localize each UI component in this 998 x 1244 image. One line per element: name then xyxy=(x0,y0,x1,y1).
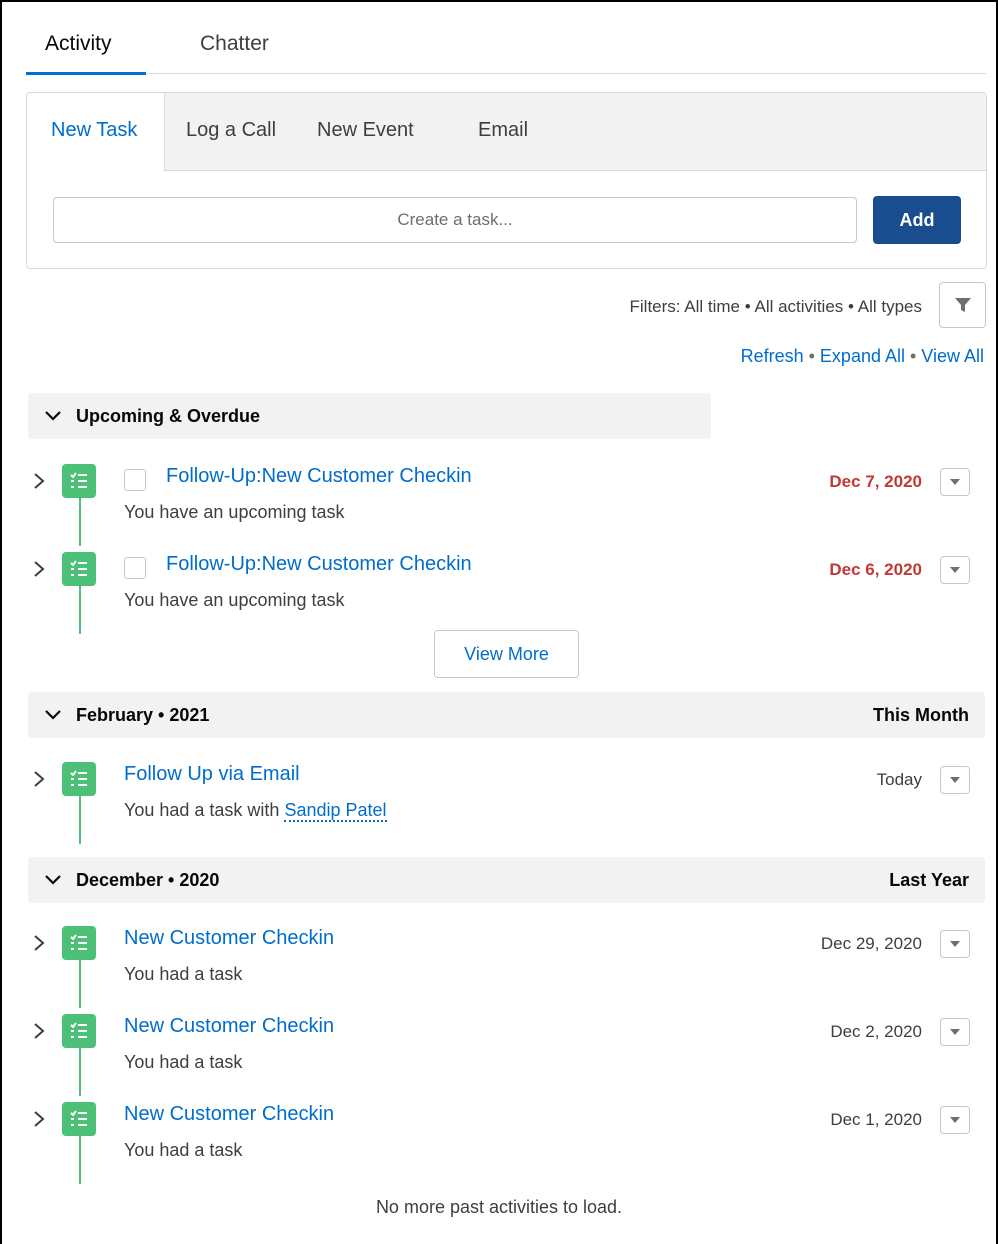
active-tab-indicator xyxy=(26,72,146,75)
caret-down-icon xyxy=(950,1117,960,1123)
separator: • xyxy=(808,346,815,366)
activity-date: Dec 1, 2020 xyxy=(830,1110,922,1129)
tab-activity[interactable]: Activity xyxy=(45,32,112,56)
add-button[interactable]: Add xyxy=(873,196,961,244)
task-icon xyxy=(62,926,96,960)
section-upcoming-overdue[interactable]: Upcoming & Overdue xyxy=(28,393,711,439)
tab-chatter[interactable]: Chatter xyxy=(200,32,269,56)
timeline-item: Follow-Up:New Customer Checkin You have … xyxy=(26,546,986,634)
timeline-line xyxy=(79,794,81,844)
activity-subtitle: You have an upcoming task xyxy=(124,502,345,522)
timeline-line xyxy=(79,496,81,546)
activity-subtitle: You have an upcoming task xyxy=(124,590,345,610)
activity-due-date: Dec 7, 2020 xyxy=(829,472,922,491)
caret-down-icon xyxy=(950,777,960,783)
timeline-line xyxy=(79,958,81,1008)
caret-down-icon xyxy=(950,1029,960,1035)
refresh-link[interactable]: Refresh xyxy=(741,346,804,366)
activity-title-link[interactable]: Follow Up via Email xyxy=(124,763,300,786)
activity-title-link[interactable]: New Customer Checkin xyxy=(124,927,334,950)
activity-date: Dec 29, 2020 xyxy=(820,934,922,953)
filter-icon xyxy=(954,298,971,312)
section-title: December • 2020 xyxy=(76,870,220,890)
timeline-item: New Customer Checkin You had a task Dec … xyxy=(26,1096,986,1184)
tab-email[interactable]: Email xyxy=(478,119,528,142)
related-person-link[interactable]: Sandip Patel xyxy=(284,800,387,822)
activity-title-link[interactable]: New Customer Checkin xyxy=(124,1103,334,1126)
task-icon xyxy=(62,762,96,796)
filters-summary: Filters: All time • All activities • All… xyxy=(629,297,923,316)
task-icon xyxy=(62,1102,96,1136)
section-title: February • 2021 xyxy=(76,705,210,725)
timeline-line xyxy=(79,584,81,634)
filter-button[interactable] xyxy=(939,282,986,328)
no-more-activities-message: No more past activities to load. xyxy=(375,1197,623,1217)
task-icon xyxy=(62,464,96,498)
composer-tab-bar: New Task Log a Call New Event Email xyxy=(27,93,986,172)
chevron-right-icon[interactable] xyxy=(32,934,46,952)
activity-composer: New Task Log a Call New Event Email Add xyxy=(26,92,987,269)
activity-subtitle-text: You had a task with xyxy=(124,800,280,820)
top-tab-bar: Activity Chatter xyxy=(26,18,986,75)
activity-date: Dec 2, 2020 xyxy=(830,1022,922,1041)
activity-menu-button[interactable] xyxy=(940,766,970,794)
activity-menu-button[interactable] xyxy=(940,556,970,584)
timeline-line xyxy=(79,1134,81,1184)
task-icon xyxy=(62,552,96,586)
activity-menu-button[interactable] xyxy=(940,1106,970,1134)
activity-menu-button[interactable] xyxy=(940,930,970,958)
chevron-right-icon[interactable] xyxy=(32,1022,46,1040)
activity-title-link[interactable]: New Customer Checkin xyxy=(124,1015,334,1038)
section-period-label: Last Year xyxy=(889,870,969,890)
task-icon xyxy=(62,1014,96,1048)
separator: • xyxy=(909,346,917,366)
task-complete-checkbox[interactable] xyxy=(124,469,146,491)
chevron-down-icon xyxy=(45,710,61,720)
activity-date: Today xyxy=(876,770,922,789)
section-december-2020[interactable]: December • 2020 Last Year xyxy=(28,857,985,903)
chevron-down-icon xyxy=(45,411,61,421)
activity-menu-button[interactable] xyxy=(940,468,970,496)
section-february-2021[interactable]: February • 2021 This Month xyxy=(28,692,985,738)
section-title: Upcoming & Overdue xyxy=(76,406,261,426)
activity-title-link[interactable]: Follow-Up:New Customer Checkin xyxy=(166,465,472,488)
tab-log-a-call[interactable]: Log a Call xyxy=(186,119,276,142)
chevron-down-icon xyxy=(45,875,61,885)
activity-due-date: Dec 6, 2020 xyxy=(829,560,922,579)
create-task-input[interactable] xyxy=(53,197,857,243)
timeline-item: New Customer Checkin You had a task Dec … xyxy=(26,1008,986,1096)
caret-down-icon xyxy=(950,479,960,485)
timeline-item: Follow Up via Email You had a task with … xyxy=(26,756,986,844)
tab-new-task[interactable]: New Task xyxy=(51,119,137,142)
activity-subtitle: You had a task xyxy=(124,964,243,984)
timeline-line xyxy=(79,1046,81,1096)
tab-new-event[interactable]: New Event xyxy=(317,119,414,142)
activity-subtitle: You had a task with Sandip Patel xyxy=(124,800,387,822)
timeline-item: New Customer Checkin You had a task Dec … xyxy=(26,920,986,1008)
timeline-item: Follow-Up:New Customer Checkin You have … xyxy=(26,458,986,546)
view-all-link[interactable]: View All xyxy=(921,346,984,366)
chevron-right-icon[interactable] xyxy=(32,770,46,788)
expand-all-link[interactable]: Expand All xyxy=(820,346,905,366)
activity-menu-button[interactable] xyxy=(940,1018,970,1046)
activity-subtitle: You had a task xyxy=(124,1052,243,1072)
timeline-actions: Refresh • Expand All • View All xyxy=(741,346,984,367)
caret-down-icon xyxy=(950,567,960,573)
activity-subtitle: You had a task xyxy=(124,1140,243,1160)
chevron-right-icon[interactable] xyxy=(32,560,46,578)
caret-down-icon xyxy=(950,941,960,947)
chevron-right-icon[interactable] xyxy=(32,472,46,490)
task-complete-checkbox[interactable] xyxy=(124,557,146,579)
activity-title-link[interactable]: Follow-Up:New Customer Checkin xyxy=(166,553,472,576)
view-more-button[interactable]: View More xyxy=(434,630,579,678)
chevron-right-icon[interactable] xyxy=(32,1110,46,1128)
section-period-label: This Month xyxy=(873,705,969,725)
